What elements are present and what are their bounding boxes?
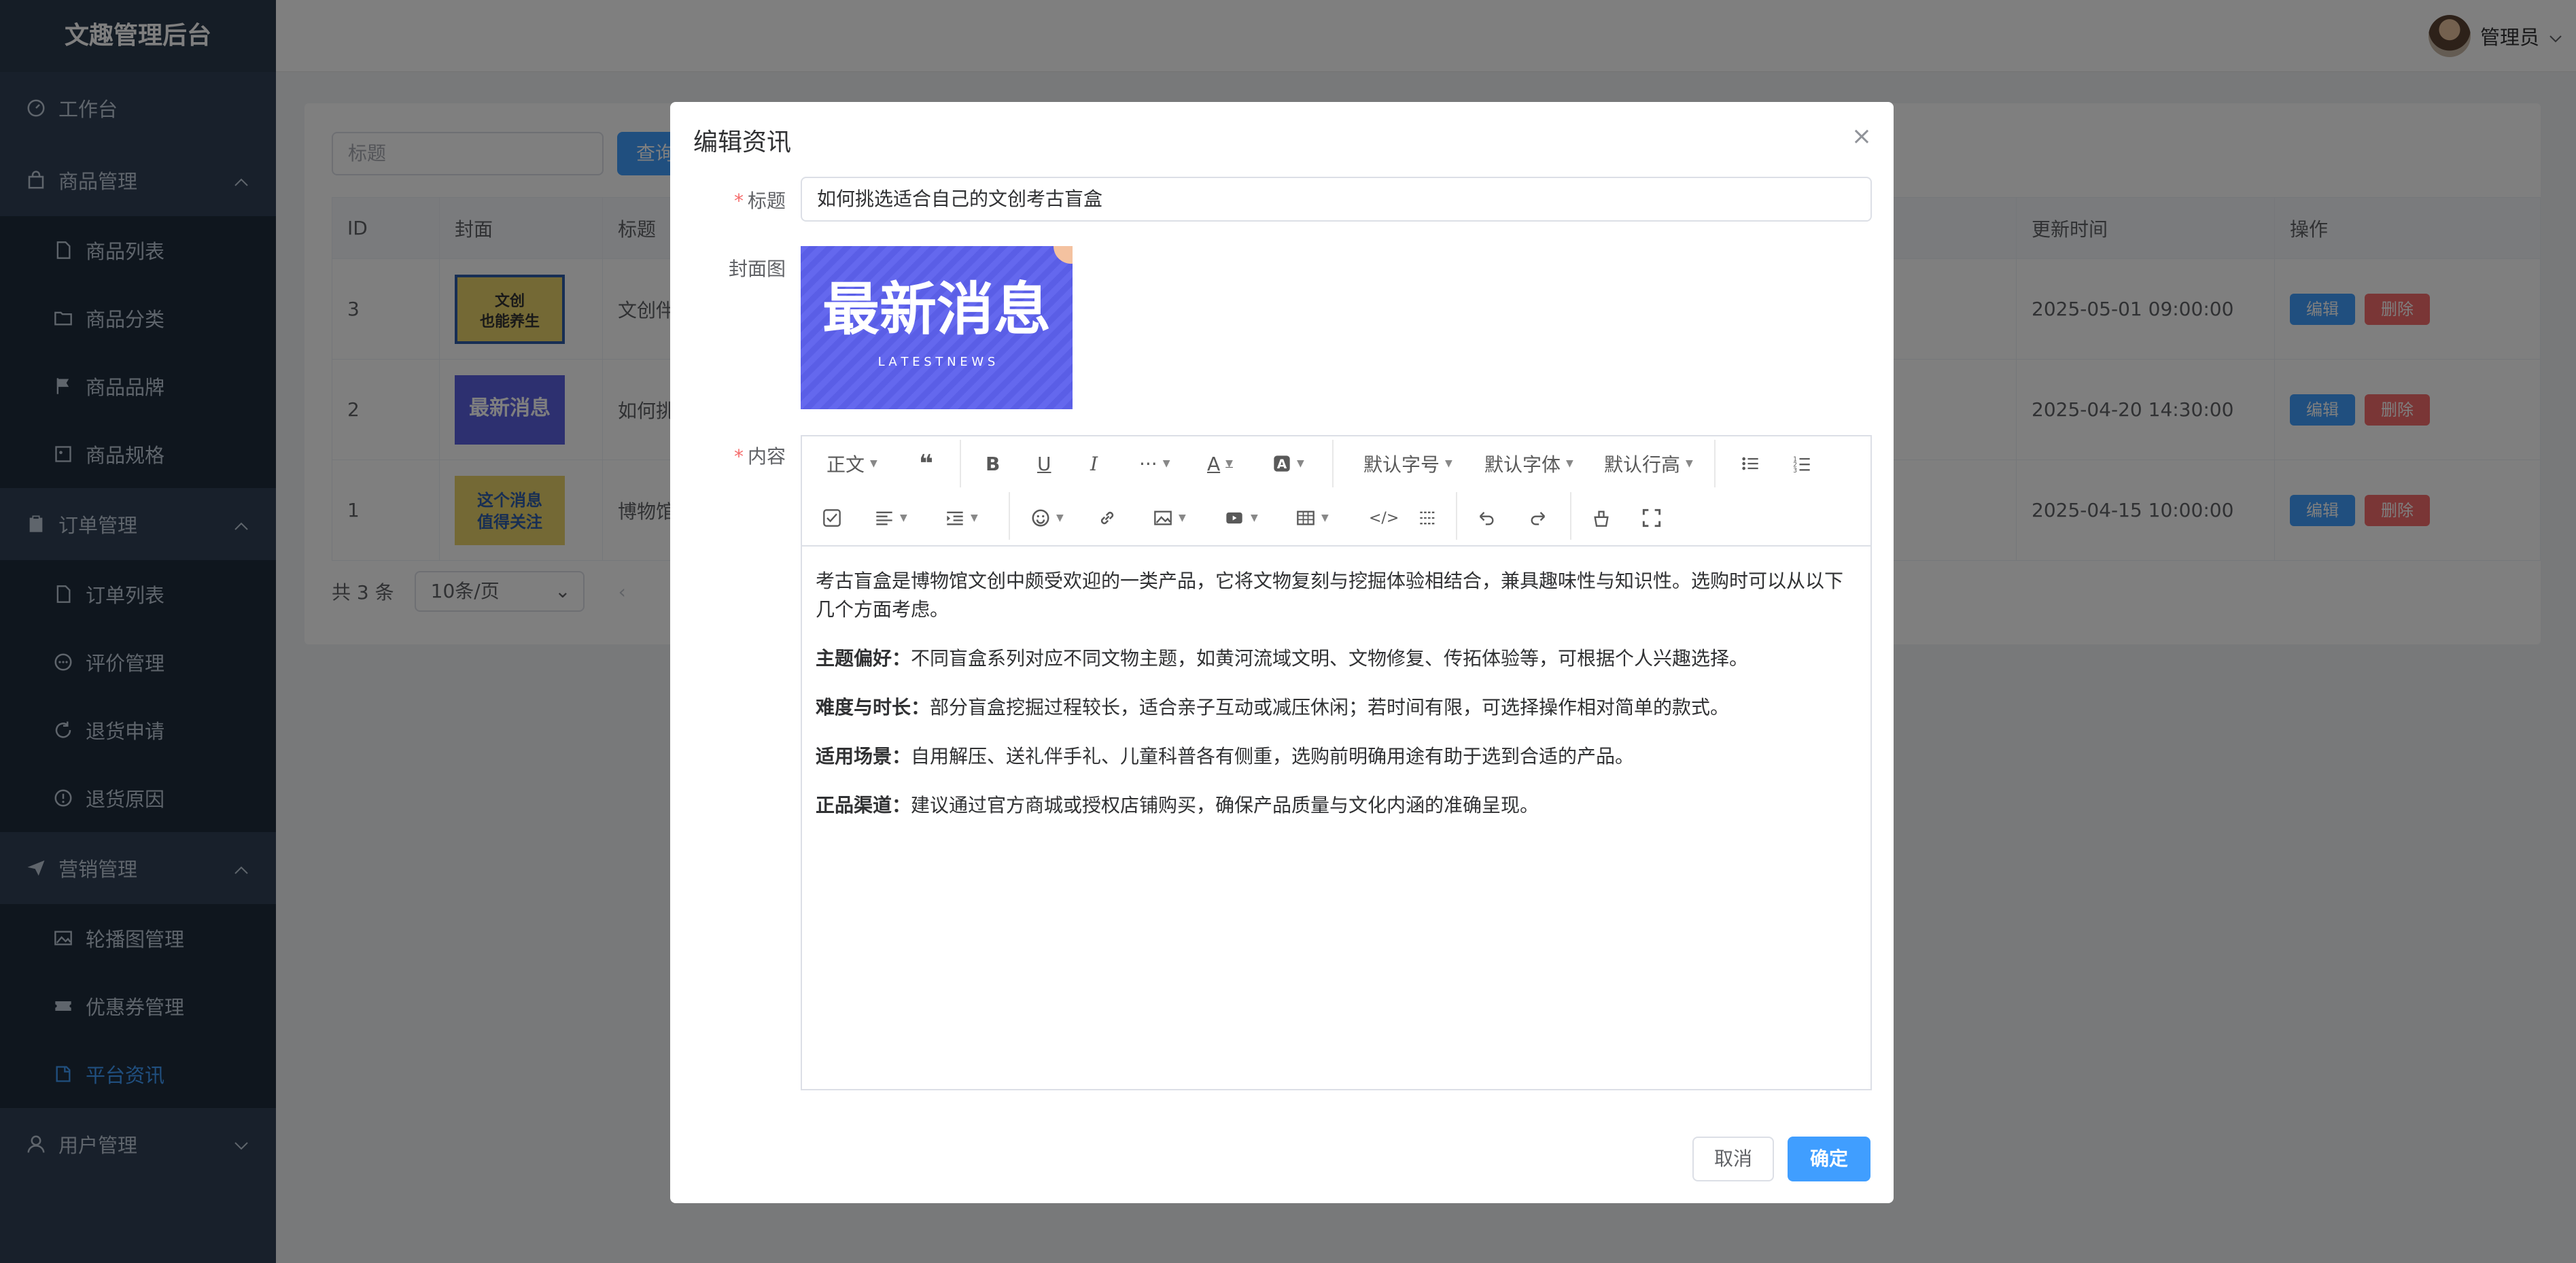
paragraph-heading: 难度与时长： (816, 696, 930, 719)
content-label-text: 内容 (747, 445, 786, 468)
bullet-list-icon[interactable] (1740, 450, 1760, 477)
svg-text:3: 3 (1793, 467, 1797, 473)
undo-icon[interactable] (1476, 504, 1497, 532)
paragraph-body: 建议通过官方商城或授权店铺购买，确保产品质量与文化内涵的准确呈现。 (911, 794, 1539, 816)
svg-text:A: A (1277, 457, 1287, 472)
content-intro: 考古盲盒是博物馆文创中颇受欢迎的一类产品，它将文物复刻与挖掘体验相结合，兼具趣味… (816, 570, 1844, 621)
paragraph-dropdown[interactable]: 正文 ▼ (826, 450, 877, 477)
close-icon[interactable]: × (1851, 122, 1872, 150)
cover-small-text: L A T E S T N E W S (878, 355, 996, 369)
caret-down-icon: ▼ (1445, 458, 1452, 469)
rich-text-editor: 正文 ▼ ❝ B U I ··· ▼ A ▼ A ▼ 默认字号 ▼ 默认字体 ▼ 默认行高 ▼… (801, 435, 1872, 1090)
indent-icon[interactable]: ▼ (945, 504, 978, 532)
font-family-value: 默认字体 (1484, 453, 1561, 476)
emoji-icon[interactable]: ▼ (1030, 504, 1064, 532)
title-label: * 标题 (684, 186, 786, 213)
font-size-value: 默认字号 (1363, 453, 1440, 476)
editor-toolbar: 正文 ▼ ❝ B U I ··· ▼ A ▼ A ▼ 默认字号 ▼ 默认字体 ▼ 默认行高 ▼… (802, 436, 1870, 547)
toolbar-divider (1332, 440, 1334, 487)
content-paragraph: 正品渠道：建议通过官方商城或授权店铺购买，确保产品质量与文化内涵的准确呈现。 (816, 791, 1857, 820)
content-paragraph: 适用场景：自用解压、送礼伴手礼、儿童科普各有侧重，选购前明确用途有助于选到合适的… (816, 742, 1857, 771)
paragraph-heading: 适用场景： (816, 745, 911, 767)
paragraph-heading: 主题偏好： (816, 647, 911, 670)
line-height-value: 默认行高 (1604, 453, 1681, 476)
caret-down-icon: ▼ (1686, 458, 1693, 469)
cover-label: 封面图 (728, 258, 786, 280)
paragraph-body: 部分盲盒挖掘过程较长，适合亲子互动或减压休闲；若时间有限，可选择操作相对简单的款… (930, 696, 1730, 719)
toolbar-divider (1714, 440, 1716, 487)
dialog-title: 编辑资讯 (693, 128, 792, 156)
italic-icon[interactable]: I (1090, 450, 1098, 477)
numbered-list-icon[interactable]: 123 (1792, 450, 1812, 477)
todo-icon[interactable] (822, 504, 841, 532)
content-paragraph: 难度与时长：部分盲盒挖掘过程较长，适合亲子互动或减压休闲；若时间有限，可选择操作… (816, 693, 1857, 722)
fullscreen-icon[interactable] (1642, 504, 1661, 532)
table-icon[interactable]: ▼ (1295, 504, 1329, 532)
font-size-dropdown[interactable]: 默认字号 ▼ (1363, 450, 1452, 477)
line-height-dropdown[interactable]: 默认行高 ▼ (1604, 450, 1693, 477)
content-label: * 内容 (684, 442, 786, 469)
code-icon[interactable]: </> (1369, 504, 1399, 532)
content-paragraph: 主题偏好：不同盲盒系列对应不同文物主题，如黄河流域文明、文物修复、传拓体验等，可… (816, 644, 1857, 673)
confirm-button[interactable]: 确定 (1788, 1137, 1870, 1181)
title-label-text: 标题 (747, 190, 786, 212)
bold-icon[interactable]: B (986, 450, 1000, 477)
caret-down-icon: ▼ (870, 458, 877, 469)
required-mark: * (733, 190, 744, 212)
editor-content[interactable]: 考古盲盒是博物馆文创中颇受欢迎的一类产品，它将文物复刻与挖掘体验相结合，兼具趣味… (802, 547, 1870, 861)
cover-image-upload[interactable]: 最新消息 L A T E S T N E W S (801, 246, 1073, 409)
paragraph-heading: 正品渠道： (816, 794, 911, 816)
divider-line-icon[interactable] (1418, 504, 1438, 532)
video-icon[interactable]: ▼ (1223, 504, 1258, 532)
cover-big-text: 最新消息 (822, 276, 1051, 343)
more-style-icon[interactable]: ··· ▼ (1139, 450, 1170, 477)
font-family-dropdown[interactable]: 默认字体 ▼ (1484, 450, 1573, 477)
quote-icon[interactable]: ❝ (919, 450, 933, 478)
paragraph-body: 自用解压、送礼伴手礼、儿童科普各有侧重，选购前明确用途有助于选到合适的产品。 (911, 745, 1635, 767)
required-mark: * (733, 445, 744, 468)
toolbar-divider (1009, 492, 1010, 540)
font-color-icon[interactable]: A ▼ (1207, 450, 1233, 477)
background-color-icon[interactable]: A ▼ (1272, 450, 1304, 477)
paragraph-body: 不同盲盒系列对应不同文物主题，如黄河流域文明、文物修复、传拓体验等，可根据个人兴… (911, 647, 1749, 670)
paragraph-value: 正文 (826, 453, 865, 476)
link-icon[interactable] (1097, 504, 1117, 532)
title-input[interactable]: 如何挑选适合自己的文创考古盲盒 (801, 177, 1872, 222)
underline-icon[interactable]: U (1037, 450, 1051, 477)
toolbar-divider (1570, 492, 1571, 540)
caret-down-icon: ▼ (1566, 458, 1573, 469)
redo-icon[interactable] (1528, 504, 1548, 532)
cancel-button[interactable]: 取消 (1692, 1137, 1774, 1181)
align-icon[interactable]: ▼ (874, 504, 907, 532)
edit-news-dialog: 编辑资讯 × * 标题 如何挑选适合自己的文创考古盲盒 封面图 最新消息 L A … (670, 102, 1894, 1203)
toolbar-divider (960, 440, 961, 487)
toolbar-divider (1456, 492, 1457, 540)
image-icon[interactable]: ▼ (1153, 504, 1186, 532)
clear-format-icon[interactable] (1592, 504, 1611, 532)
